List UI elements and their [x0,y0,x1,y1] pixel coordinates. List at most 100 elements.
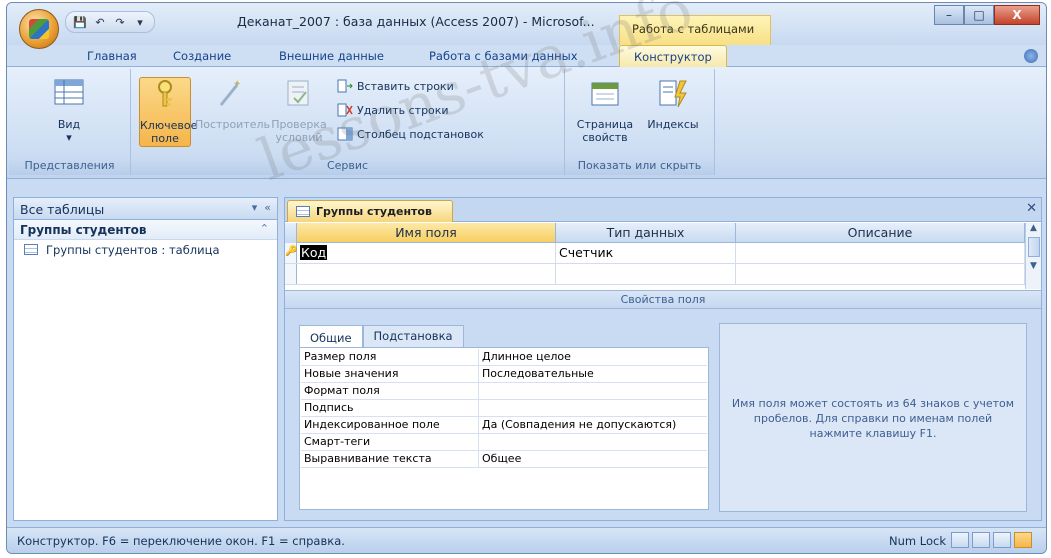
column-header-field-name[interactable]: Имя поля [297,223,556,243]
nav-item-label: Группы студентов : таблица [46,243,220,257]
table-row[interactable] [285,264,1025,285]
svg-text:✦: ✦ [233,79,241,90]
maximize-button[interactable]: □ [964,5,994,25]
office-logo-icon [29,19,49,39]
test-validation-button[interactable]: Проверка условий [269,77,329,147]
chevron-up-icon[interactable]: ⌃ [260,222,269,235]
description-cell[interactable] [736,264,1025,285]
group-views: Вид ▾ Представления [9,69,131,175]
nav-item-students-table[interactable]: Группы студентов : таблица [14,240,277,260]
key-icon [158,80,172,107]
nav-group-label: Группы студентов [20,223,147,237]
tab-general[interactable]: Общие [299,325,363,348]
table-icon [296,206,310,217]
nav-group-students[interactable]: Группы студентов ⌃ [14,220,277,240]
tab-external-data[interactable]: Внешние данные [279,49,384,63]
tab-lookup[interactable]: Подстановка [362,325,464,347]
property-row[interactable]: Подпись [301,400,707,417]
property-row[interactable]: Новые значения Последовательные [301,366,707,383]
property-row[interactable]: Смарт-теги [301,434,707,451]
field-properties-title: Свойства поля [285,290,1041,309]
redo-icon[interactable]: ↷ [112,14,128,30]
save-icon[interactable]: 💾 [72,14,88,30]
design-view-icon[interactable] [1014,532,1032,548]
document-tab-label: Группы студентов [316,205,432,218]
quick-access-toolbar: 💾 ↶ ↷ ▾ [65,11,155,33]
scroll-down-icon[interactable]: ▼ [1026,261,1041,271]
view-button[interactable]: Вид ▾ [43,77,95,147]
data-type-cell[interactable] [556,264,736,285]
wand-icon: ✦ [219,79,241,106]
scroll-thumb[interactable] [1027,237,1040,257]
field-name-cell[interactable] [297,264,556,285]
ribbon-tabs: Главная Создание Внешние данные Работа с… [7,45,1046,68]
tab-database-tools[interactable]: Работа с базами данных [429,49,578,63]
primary-key-row-icon[interactable]: 🔑 [285,243,297,263]
tab-design[interactable]: Конструктор [619,45,727,68]
view-switcher [951,532,1032,548]
lookup-column-icon [337,127,353,141]
property-sheet-icon [591,82,619,106]
column-header-data-type[interactable]: Тип данных [556,223,736,243]
field-name-value[interactable]: Код [300,245,328,260]
window-controls: – □ X [934,5,1040,25]
property-row[interactable]: Размер поля Длинное целое [301,349,707,366]
customize-qat-icon[interactable]: ▾ [132,14,148,30]
property-sheet-button[interactable]: Страница свойств [573,77,637,147]
indexes-button[interactable]: Индексы [645,77,701,147]
nav-collapse-icon[interactable]: ▾ « [252,201,271,214]
scroll-up-icon[interactable]: ▲ [1026,223,1041,233]
table-icon [24,244,38,255]
minimize-button[interactable]: – [934,5,964,25]
builder-button[interactable]: ✦ Построитель [195,77,270,147]
group-service: Ключевое поле ✦ Построитель Проверка услов… [131,69,565,175]
group-show-hide: Страница свойств Индексы Показать или скр… [565,69,715,175]
property-row[interactable]: Формат поля [301,383,707,400]
document-tab-students[interactable]: Группы студентов [287,200,453,222]
properties-table: Размер поля Длинное целое Новые значения П… [299,347,709,510]
group-service-label: Сервис [131,158,564,175]
design-grid-header: Имя поля Тип данных Описание [285,223,1025,243]
tab-create[interactable]: Создание [173,49,231,63]
undo-icon[interactable]: ↶ [92,14,108,30]
delete-rows-button[interactable]: Удалить строки [337,101,449,119]
ribbon: Вид ▾ Представления Ключевое поле ✦ Постро… [7,67,1046,179]
property-hint: Имя поля может состоять из 64 знаков с у… [719,323,1027,512]
insert-rows-icon [337,79,353,93]
property-row[interactable]: Индексированное поле Да (Совпадения не до… [301,417,707,434]
delete-rows-icon [337,103,353,117]
title-bar: 💾 ↶ ↷ ▾ Деканат_2007 : база данных (Acce… [7,3,1046,49]
column-header-description[interactable]: Описание [736,223,1025,243]
close-icon[interactable]: ✕ [1026,201,1037,216]
field-name-cell[interactable]: Код [297,243,556,264]
pivot-chart-view-icon[interactable] [993,532,1011,548]
status-bar: Конструктор. F6 = переключение окон. F1 … [7,527,1046,553]
primary-key-button[interactable]: Ключевое поле [139,77,197,147]
data-type-cell[interactable]: Счетчик [556,243,736,264]
group-views-label: Представления [9,158,130,175]
office-button[interactable] [19,9,59,49]
group-show-hide-label: Показать или скрыть [565,158,714,175]
table-view-icon [54,79,84,105]
validation-icon [287,80,309,106]
field-properties-area: Общие Подстановка Размер поля Длинное цел… [285,309,1041,520]
table-row[interactable]: 🔑 Код Счетчик [285,243,1025,264]
nav-header[interactable]: Все таблицы ▾ « [14,198,277,220]
help-icon[interactable] [1024,49,1038,63]
datasheet-view-icon[interactable] [951,532,969,548]
document-tabs: Группы студентов ✕ [285,198,1041,222]
description-cell[interactable] [736,243,1025,264]
insert-rows-button[interactable]: Вставить строки [337,77,454,95]
vertical-scrollbar[interactable]: ▲ ▼ [1025,223,1041,289]
property-row[interactable]: Выравнивание текста Общее [301,451,707,468]
lookup-column-button[interactable]: Столбец подстановок [337,125,484,143]
nav-header-label: Все таблицы [20,202,105,217]
window-title: Деканат_2007 : база данных (Access 2007)… [237,14,595,29]
properties-tabs: Общие Подстановка [299,325,464,348]
row-selector[interactable] [285,264,297,284]
access-window: 💾 ↶ ↷ ▾ Деканат_2007 : база данных (Acce… [6,2,1047,554]
pivot-table-view-icon[interactable] [972,532,990,548]
select-all-cell[interactable] [285,223,297,243]
tab-home[interactable]: Главная [87,49,137,63]
close-button[interactable]: X [994,5,1040,25]
